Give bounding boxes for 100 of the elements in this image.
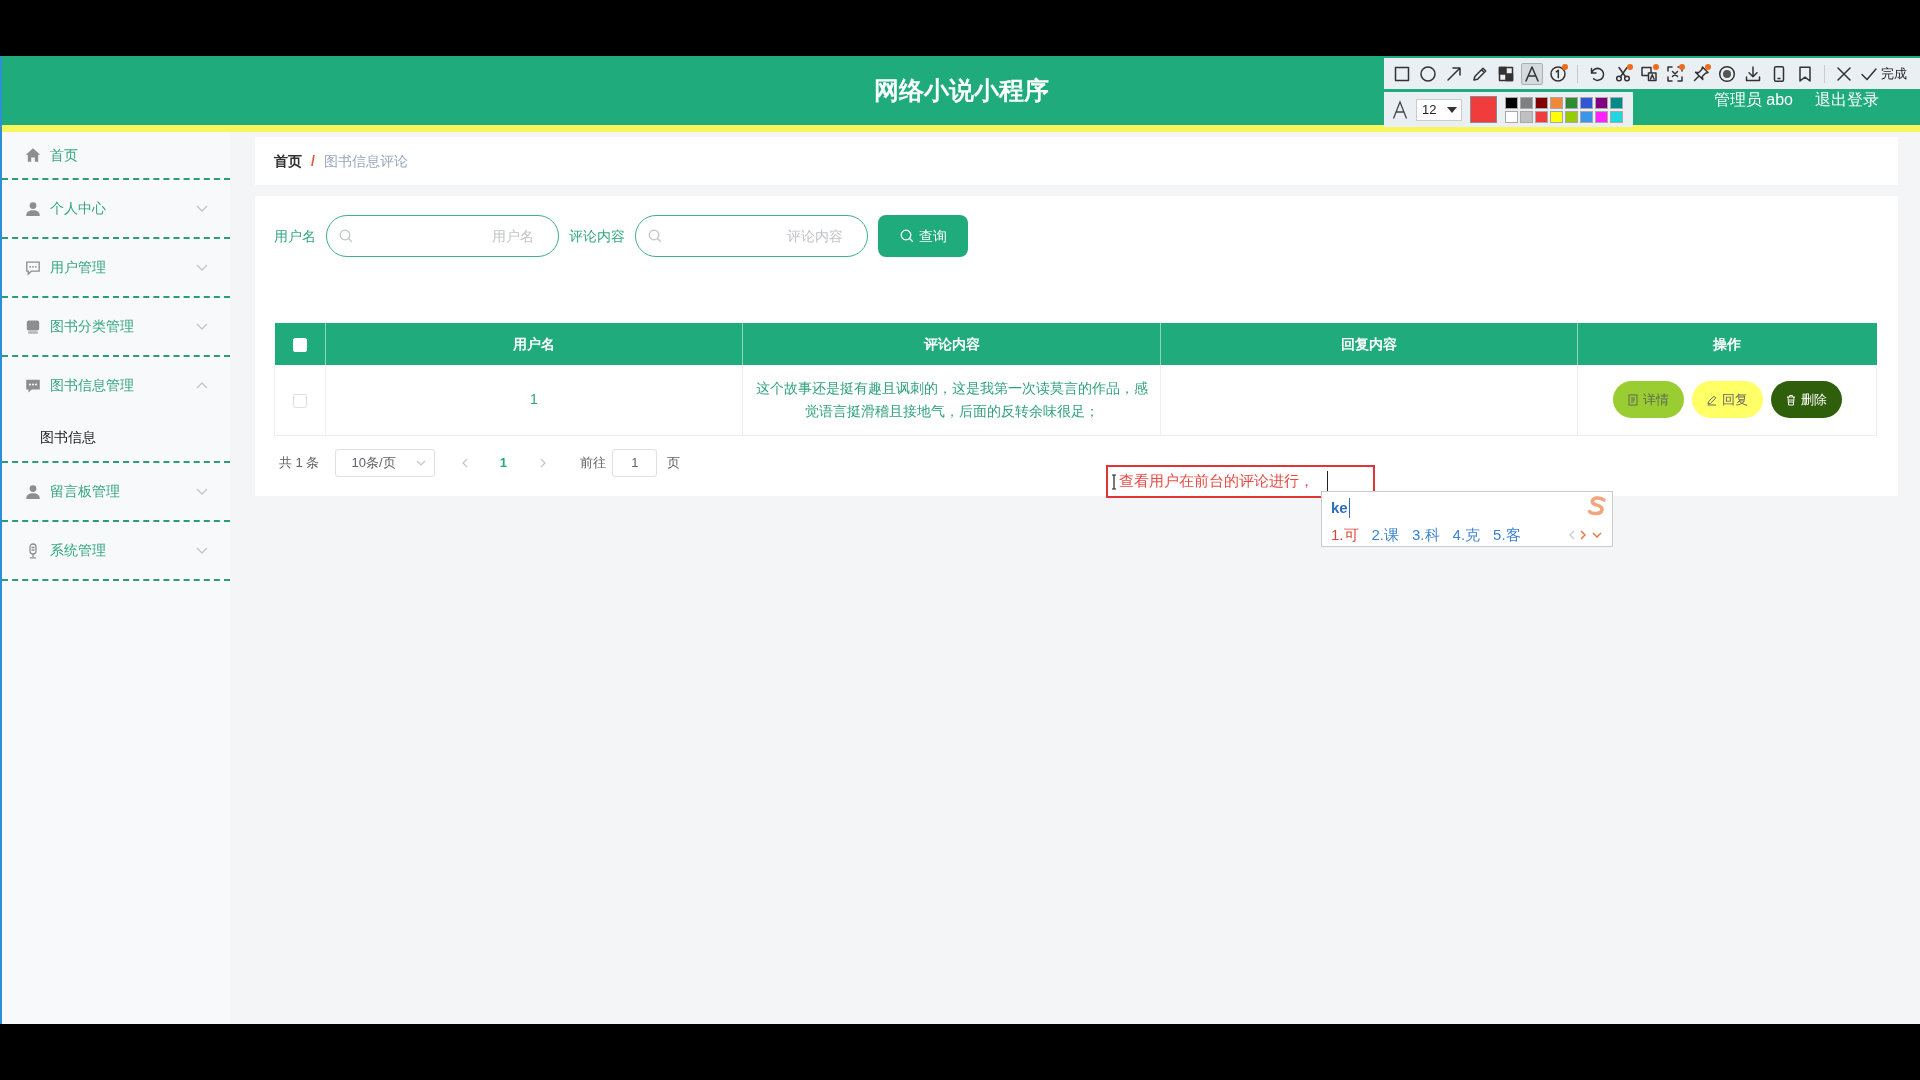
ime-candidate[interactable]: 3.科 (1412, 524, 1440, 547)
row-checkbox[interactable] (293, 393, 307, 408)
ime-composition-text: ke (1331, 498, 1350, 518)
color-swatch[interactable] (1565, 110, 1578, 123)
book-icon (25, 318, 41, 335)
search-label: 用户名 (274, 226, 316, 246)
logout-link[interactable]: 退出登录 (1815, 87, 1879, 112)
column-header: 操作 (1577, 323, 1877, 365)
search-icon (339, 229, 353, 243)
chat-bubble-icon (25, 377, 41, 394)
color-swatch[interactable] (1550, 96, 1563, 109)
sidebar-item[interactable]: 图书分类管理 (2, 298, 230, 355)
search-field[interactable]: 用户名 (326, 215, 559, 257)
sidebar-item[interactable]: 留言板管理 (2, 463, 230, 520)
chevron-left-icon (1568, 530, 1575, 541)
close-icon (1835, 64, 1853, 83)
document-icon (1627, 393, 1639, 406)
font-size-select[interactable]: 12 (1416, 98, 1462, 121)
person-icon (25, 200, 41, 217)
total-count-label: 共 1 条 (279, 453, 320, 472)
font-size-icon (1392, 99, 1408, 120)
breadcrumb-separator: / (311, 151, 315, 171)
color-swatch[interactable] (1595, 96, 1608, 109)
done-button[interactable]: 完成 (1859, 62, 1908, 85)
pen-icon (1706, 393, 1718, 406)
number-tool-button[interactable] (1547, 62, 1569, 85)
sidebar-item[interactable]: 个人中心 (2, 180, 230, 237)
checkerboard-icon (1497, 64, 1515, 83)
chevron-right-icon (1580, 530, 1587, 541)
scan-frame-icon (1666, 64, 1684, 83)
search-icon (648, 229, 662, 243)
breadcrumb-current: 图书信息评论 (323, 151, 408, 171)
chat-bubble-icon (25, 259, 41, 276)
translate-icon (1640, 64, 1658, 83)
color-swatch[interactable] (1505, 110, 1518, 123)
table-cell: 1 (325, 365, 743, 435)
search-button[interactable]: 查询 (878, 215, 968, 257)
arrow-icon (1445, 64, 1463, 83)
text-caret-icon (1327, 470, 1328, 493)
user-name-label: 管理员 abo (1713, 89, 1793, 110)
sidebar-item[interactable]: 图书信息管理 (2, 357, 230, 414)
trash-icon (1785, 393, 1797, 406)
table-cell: 这个故事还是挺有趣且讽刺的，这是我第一次读莫言的作品，感觉语言挺滑稽且接地气，后面的反转余味很足； (742, 365, 1161, 435)
download-icon (1744, 64, 1762, 83)
color-swatch[interactable] (1580, 96, 1593, 109)
color-swatch[interactable] (1610, 110, 1623, 123)
text-tool-button[interactable] (1521, 62, 1543, 85)
color-swatch[interactable] (1595, 110, 1608, 123)
scan-button[interactable] (1664, 62, 1686, 85)
color-swatch[interactable] (1535, 96, 1548, 109)
color-swatch[interactable] (1535, 110, 1548, 123)
color-swatch[interactable] (1520, 96, 1533, 109)
search-icon (899, 229, 914, 243)
select-all-checkbox[interactable] (292, 337, 307, 352)
sogou-logo-icon (1586, 495, 1608, 517)
search-label: 评论内容 (569, 226, 625, 246)
color-swatch[interactable] (1505, 96, 1518, 109)
letter-a-icon (1523, 64, 1541, 83)
sidebar-item[interactable]: 用户管理 (2, 239, 230, 296)
search-field[interactable]: 评论内容 (635, 215, 868, 257)
bookmark-icon (1796, 64, 1814, 83)
ime-candidate[interactable]: 4.克 (1452, 524, 1481, 547)
app-title: 网络小说小程序 (873, 74, 1049, 106)
chevron-left-icon (462, 457, 469, 468)
chevron-down-icon (416, 459, 427, 466)
details-button[interactable]: 详情 (1612, 381, 1684, 419)
page-input[interactable]: 1 (612, 448, 658, 477)
reply-button[interactable]: 回复 (1691, 381, 1763, 419)
page-unit-label: 页 (667, 453, 681, 472)
color-swatch[interactable] (1580, 110, 1593, 123)
sidebar-item[interactable]: 首页 (2, 132, 230, 178)
color-swatch[interactable] (1610, 96, 1623, 109)
chevron-down-icon (1592, 531, 1602, 539)
circle-icon (1419, 64, 1437, 83)
color-swatch[interactable] (1565, 96, 1578, 109)
current-color-swatch[interactable] (1470, 96, 1497, 123)
column-header: 回复内容 (1160, 323, 1578, 365)
column-header: 评论内容 (742, 323, 1161, 365)
color-swatch[interactable] (1550, 110, 1563, 123)
ime-candidate[interactable]: 5.客 (1493, 524, 1521, 547)
page-number-button[interactable]: 1 (488, 448, 519, 477)
chevron-right-icon (540, 457, 547, 468)
color-swatch[interactable] (1520, 110, 1533, 123)
record-icon (1718, 64, 1736, 83)
goto-label: 前往 (580, 453, 607, 472)
person-icon (25, 483, 41, 500)
numbered-circle-icon (1549, 64, 1567, 83)
delete-button[interactable]: 删除 (1770, 381, 1842, 419)
home-icon (25, 147, 41, 163)
sidebar-item[interactable]: 系统管理 (2, 522, 230, 579)
pin-icon (1692, 64, 1710, 83)
rectangle-icon (1393, 64, 1411, 83)
page-size-select[interactable]: 10条/页 (335, 448, 436, 477)
text-cursor-icon (1111, 473, 1117, 490)
ime-candidate[interactable]: 1.可 (1331, 524, 1359, 547)
breadcrumb-link[interactable]: 首页 (274, 150, 302, 172)
sidebar-subitem[interactable]: 图书信息 (2, 414, 230, 461)
column-header: 用户名 (325, 323, 743, 365)
caret-down-icon (1447, 106, 1457, 113)
ime-candidate[interactable]: 2.课 (1371, 524, 1400, 547)
